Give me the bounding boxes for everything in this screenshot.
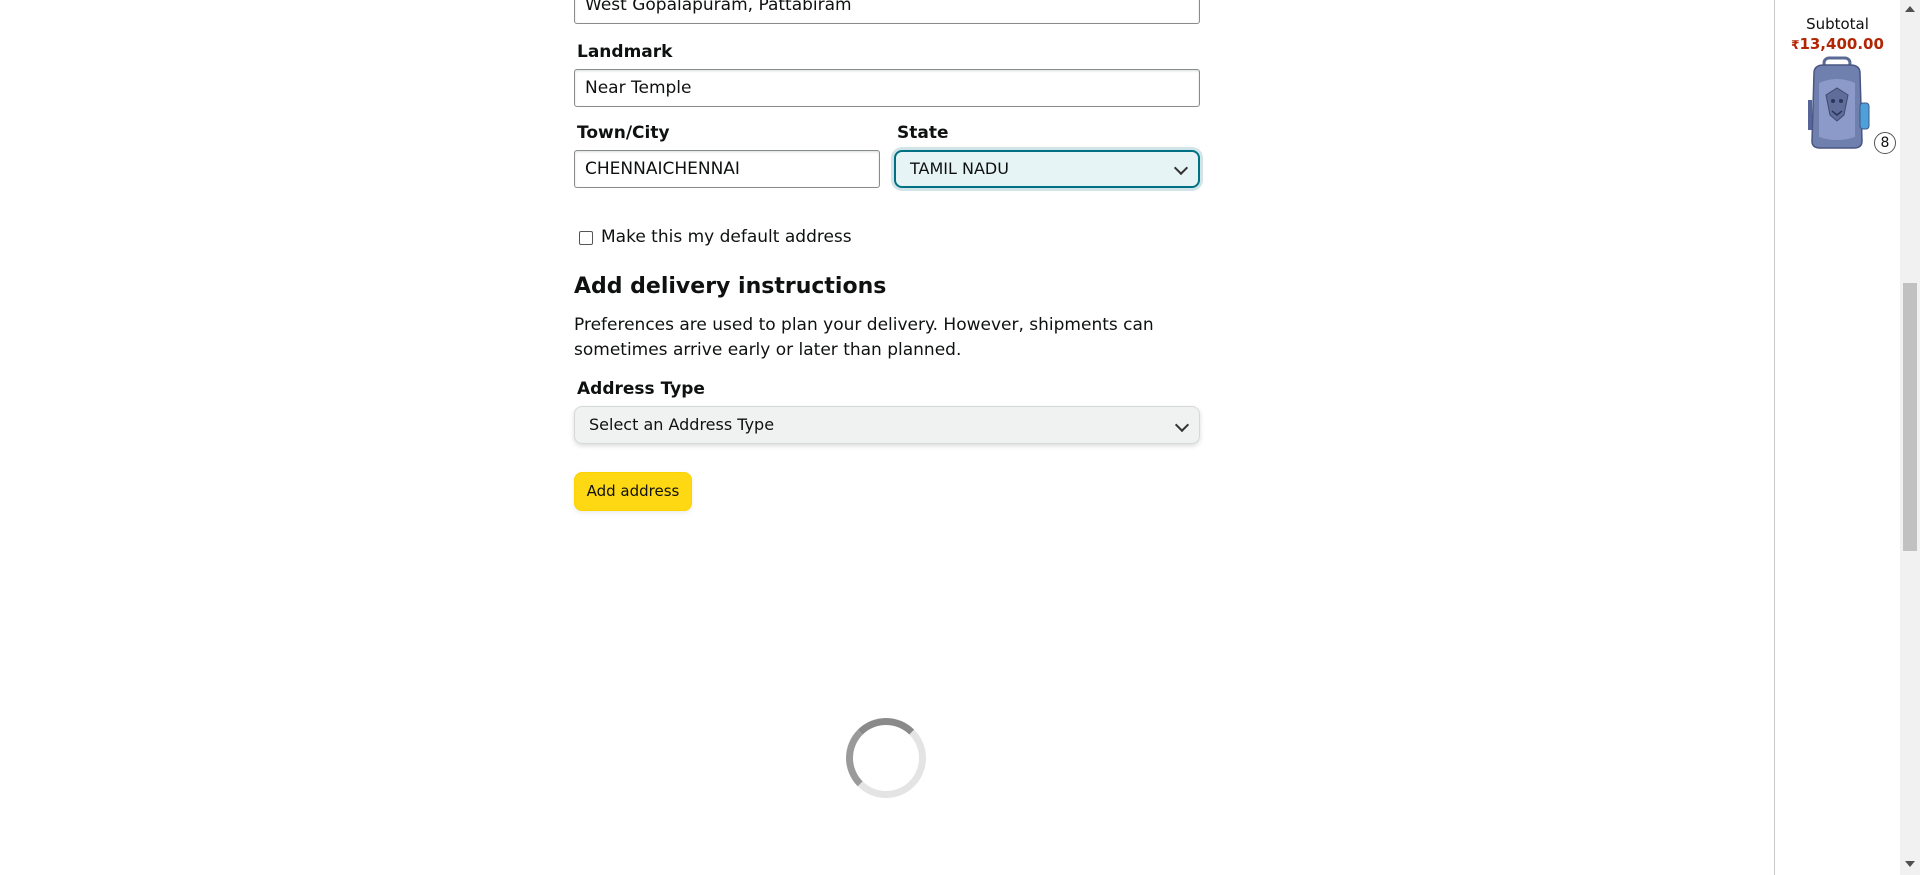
backpack-image[interactable]: [1802, 55, 1872, 151]
state-select-value: TAMIL NADU: [910, 159, 1009, 178]
landmark-label: Landmark: [577, 42, 673, 62]
address-type-select-value: Select an Address Type: [589, 415, 775, 434]
chevron-down-icon: [1174, 417, 1190, 433]
subtotal-value: 13,400.00: [1799, 35, 1884, 53]
city-input[interactable]: CHENNAICHENNAI: [574, 150, 880, 188]
page: West Gopalapuram, Pattabiram Landmark Ne…: [0, 0, 1920, 875]
scroll-down-arrow-icon[interactable]: [1905, 861, 1915, 867]
add-address-button[interactable]: Add address: [574, 472, 692, 511]
loading-spinner-icon: [846, 718, 926, 798]
scroll-up-arrow-icon[interactable]: [1905, 6, 1915, 12]
state-select[interactable]: TAMIL NADU: [894, 150, 1200, 188]
item-quantity-badge: 8: [1874, 132, 1896, 154]
delivery-instructions-description: Preferences are used to plan your delive…: [574, 315, 1154, 360]
delivery-instructions-heading: Add delivery instructions: [574, 274, 887, 299]
subtotal-amount: ₹13,400.00: [1775, 35, 1900, 53]
address-type-select[interactable]: Select an Address Type: [574, 406, 1200, 444]
address-type-label: Address Type: [577, 379, 705, 399]
address-line2-input[interactable]: West Gopalapuram, Pattabiram: [574, 0, 1200, 24]
chevron-down-icon: [1173, 160, 1189, 176]
scrollbar-thumb[interactable]: [1903, 283, 1917, 551]
landmark-input[interactable]: Near Temple: [574, 69, 1200, 107]
city-label: Town/City: [577, 123, 670, 143]
subtotal-label: Subtotal: [1806, 15, 1869, 33]
cart-summary-panel: Subtotal ₹13,400.00 8: [1774, 0, 1900, 875]
state-label: State: [897, 123, 949, 143]
default-address-checkbox[interactable]: [579, 231, 593, 245]
default-address-label[interactable]: Make this my default address: [601, 227, 852, 247]
